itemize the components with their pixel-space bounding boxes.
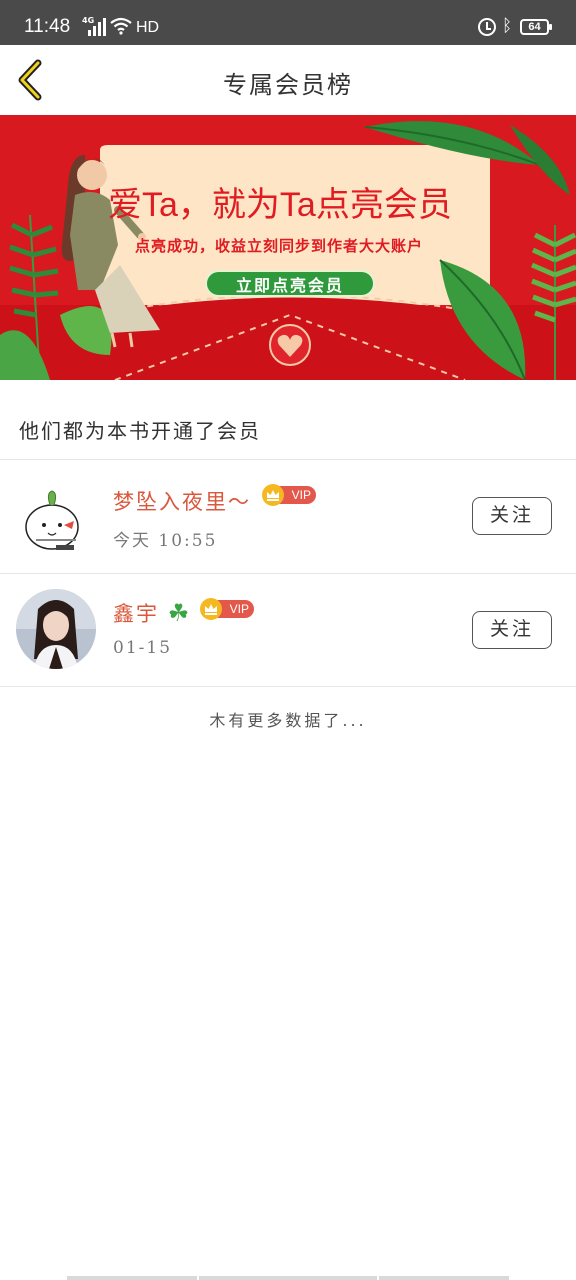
gesture-bar	[379, 1276, 509, 1280]
status-time: 11:48	[24, 16, 71, 37]
crown-icon	[200, 598, 222, 620]
member-row[interactable]: 梦坠入夜里～ VIP 今天 10:55 关注	[0, 460, 576, 573]
follow-button[interactable]: 关注	[472, 497, 552, 535]
header: 专属会员榜	[0, 45, 576, 115]
avatar-image	[16, 475, 96, 555]
gesture-bar	[199, 1276, 377, 1280]
bluetooth-icon: ᛒ	[502, 16, 513, 36]
wifi-icon	[110, 17, 132, 35]
vip-badge: VIP	[262, 484, 316, 506]
follow-button[interactable]: 关注	[472, 611, 552, 649]
section-title: 他们都为本书开通了会员	[19, 419, 261, 443]
hd-indicator: HD	[136, 19, 160, 36]
member-row[interactable]: 鑫宇 ☘ VIP 01-15 关注	[0, 574, 576, 687]
status-bar: 11:48 4G HD ᛒ 64	[0, 0, 576, 45]
promo-banner[interactable]: 爱Ta，就为Ta点亮会员 点亮成功，收益立刻同步到作者大大账户 立即点亮会员	[0, 115, 576, 380]
member-name: 鑫宇 ☘	[113, 598, 189, 628]
avatar-image	[16, 589, 96, 669]
alarm-icon	[478, 18, 496, 36]
divider	[0, 686, 576, 687]
banner-subtitle: 点亮成功，收益立刻同步到作者大大账户	[135, 237, 424, 255]
clover-icon: ☘	[167, 599, 190, 627]
member-time: 01-15	[113, 638, 173, 658]
battery-icon: 64	[520, 19, 552, 35]
signal-icon	[88, 18, 106, 36]
member-name-text: 鑫宇	[113, 602, 159, 626]
page-title: 专属会员榜	[223, 71, 353, 99]
banner-headline: 爱Ta，就为Ta点亮会员	[108, 186, 452, 224]
avatar[interactable]	[16, 475, 96, 555]
light-up-vip-button[interactable]: 立即点亮会员	[205, 270, 375, 297]
crown-icon	[262, 484, 284, 506]
avatar[interactable]	[16, 589, 96, 669]
no-more-data-text: 木有更多数据了...	[209, 711, 367, 730]
battery-level: 64	[528, 21, 541, 33]
vip-badge: VIP	[200, 598, 254, 620]
member-time: 今天 10:55	[113, 531, 218, 551]
member-name: 梦坠入夜里～	[113, 490, 251, 514]
gesture-bar	[67, 1276, 197, 1280]
